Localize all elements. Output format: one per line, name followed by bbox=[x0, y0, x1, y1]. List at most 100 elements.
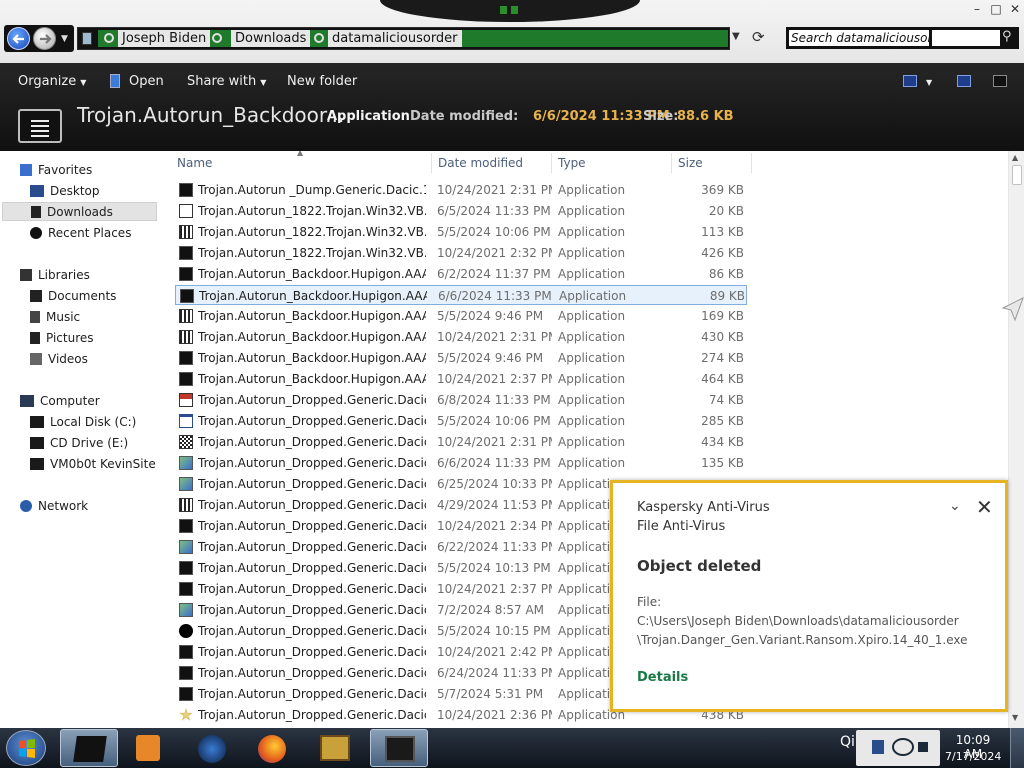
change-view-icon[interactable] bbox=[903, 75, 917, 87]
address-bar[interactable]: Joseph Biden Downloads datamaliciousorde… bbox=[77, 27, 730, 50]
taskbar-earth[interactable] bbox=[184, 729, 242, 767]
sidebar-item-network[interactable]: Network bbox=[20, 497, 88, 516]
search-icon[interactable]: ⚲ bbox=[1002, 29, 1012, 44]
application-icon bbox=[179, 519, 193, 533]
application-icon bbox=[179, 267, 193, 281]
date-modified-label: Date modified: bbox=[410, 109, 519, 124]
file-row[interactable]: Trojan.Autorun_Backdoor.Hupigon.AAA... 5/… bbox=[175, 306, 747, 326]
taskbar-firefox[interactable] bbox=[244, 729, 302, 767]
notification-file-name: \Trojan.Danger_Gen.Variant.Ransom.Xpiro.… bbox=[637, 633, 968, 647]
scroll-down-icon[interactable]: ▼ bbox=[1012, 713, 1018, 722]
maximize-button[interactable]: □ bbox=[988, 2, 1004, 16]
refresh-icon[interactable]: ⟳ bbox=[752, 28, 765, 46]
sidebar-item-label: Videos bbox=[48, 352, 88, 366]
file-row[interactable]: Trojan.Autorun_Backdoor.Hupigon.AAA... 6/… bbox=[175, 285, 747, 305]
view-dropdown-icon[interactable]: ▼ bbox=[926, 78, 932, 87]
application-icon bbox=[179, 435, 193, 449]
sidebar-item-cd-drive[interactable]: CD Drive (E:) bbox=[30, 434, 128, 453]
vertical-scrollbar[interactable]: ▲ ▼ bbox=[1008, 151, 1024, 728]
file-row[interactable]: Trojan.Autorun_Backdoor.Hupigon.AAA... 6/… bbox=[175, 264, 747, 284]
music-icon bbox=[30, 311, 40, 323]
file-size: 169 KB bbox=[701, 309, 744, 323]
file-row[interactable]: Trojan.Autorun_Backdoor.Hupigon.AAA... 10… bbox=[175, 369, 747, 389]
sidebar-item-vm-share[interactable]: VM0b0t KevinSite bbox=[30, 455, 156, 474]
file-row[interactable]: Trojan.Autorun_1822.Trojan.Win32.VB.kp..… bbox=[175, 222, 747, 242]
column-header-name[interactable]: Name bbox=[177, 156, 212, 170]
new-folder-button[interactable]: New folder bbox=[287, 74, 357, 89]
breadcrumb-separator-icon[interactable] bbox=[212, 33, 222, 43]
search-box[interactable]: Search datamaliciousorder ⚲ bbox=[786, 27, 1019, 49]
breadcrumb-downloads[interactable]: Downloads bbox=[231, 30, 311, 47]
network-status-icon[interactable] bbox=[892, 738, 914, 756]
file-row[interactable]: Trojan.Autorun _Dump.Generic.Dacic.19...… bbox=[175, 180, 747, 200]
close-button[interactable]: ✕ bbox=[1007, 2, 1023, 16]
application-icon bbox=[179, 666, 193, 680]
file-type: Application bbox=[558, 456, 626, 470]
sidebar-item-videos[interactable]: Videos bbox=[30, 350, 88, 369]
sidebar-item-favorites[interactable]: Favorites bbox=[20, 161, 92, 180]
preview-pane-icon[interactable] bbox=[957, 75, 971, 87]
start-button[interactable] bbox=[6, 730, 46, 766]
show-desktop-button[interactable] bbox=[1010, 728, 1024, 768]
column-header-size[interactable]: Size bbox=[678, 156, 703, 170]
scroll-up-icon[interactable]: ▲ bbox=[1012, 153, 1018, 162]
sidebar-item-label: Local Disk (C:) bbox=[50, 415, 137, 429]
scroll-thumb[interactable] bbox=[1012, 165, 1022, 185]
taskbar-media-player[interactable] bbox=[120, 729, 178, 767]
recent-pages-dropdown-icon[interactable]: ▼ bbox=[61, 34, 68, 44]
computer-icon bbox=[82, 32, 92, 45]
notification-details-link[interactable]: Details bbox=[637, 670, 688, 685]
organize-button[interactable]: Organize ▼ bbox=[18, 74, 86, 89]
file-row[interactable]: Trojan.Autorun_Backdoor.Hupigon.AAA... 5/… bbox=[175, 348, 747, 368]
sidebar-item-computer[interactable]: Computer bbox=[20, 392, 100, 411]
sidebar-item-desktop[interactable]: Desktop bbox=[30, 182, 100, 201]
breadcrumb-user[interactable]: Joseph Biden bbox=[118, 30, 211, 47]
application-icon bbox=[179, 561, 193, 575]
network-icon bbox=[20, 500, 32, 512]
sidebar-item-pictures[interactable]: Pictures bbox=[30, 329, 94, 348]
sidebar-item-documents[interactable]: Documents bbox=[30, 287, 116, 306]
search-input[interactable]: Search datamaliciousorder bbox=[789, 30, 929, 46]
sidebar-item-local-disk[interactable]: Local Disk (C:) bbox=[30, 413, 136, 432]
file-row[interactable]: Trojan.Autorun_Backdoor.Hupigon.AAA... 10… bbox=[175, 327, 747, 347]
open-button[interactable]: Open bbox=[129, 74, 164, 89]
share-with-button[interactable]: Share with ▼ bbox=[187, 74, 266, 89]
column-header-type[interactable]: Type bbox=[558, 156, 586, 170]
file-row[interactable]: Trojan.Autorun_Dropped.Generic.Dacic.1..… bbox=[175, 432, 747, 452]
file-row[interactable]: Trojan.Autorun_Dropped.Generic.Dacic.1..… bbox=[175, 390, 747, 410]
clock-date[interactable]: 7/17/2024 bbox=[945, 750, 1001, 763]
details-pane: Trojan.Autorun_Backdoor... Application D… bbox=[0, 101, 1024, 151]
sort-ascending-icon: ▲ bbox=[297, 151, 304, 157]
taskbar-sandboxie[interactable] bbox=[306, 729, 364, 767]
breadcrumb-separator-icon[interactable] bbox=[104, 33, 114, 43]
column-header-date[interactable]: Date modified bbox=[438, 156, 523, 170]
volume-icon[interactable] bbox=[918, 742, 928, 752]
sidebar-item-libraries[interactable]: Libraries bbox=[20, 266, 90, 285]
forward-button[interactable] bbox=[33, 27, 56, 50]
sidebar-item-music[interactable]: Music bbox=[30, 308, 80, 327]
sidebar-item-downloads[interactable]: Downloads bbox=[2, 202, 157, 221]
security-icon[interactable] bbox=[872, 740, 884, 754]
notification-close-button[interactable]: ✕ bbox=[976, 495, 993, 519]
file-row[interactable]: Trojan.Autorun_1822.Trojan.Win32.VB.kp..… bbox=[175, 201, 747, 221]
file-type: Application bbox=[558, 372, 626, 386]
back-button[interactable] bbox=[7, 27, 30, 50]
file-row[interactable]: Trojan.Autorun_Dropped.Generic.Dacic.0..… bbox=[175, 453, 747, 473]
led-icon bbox=[500, 6, 507, 14]
minimize-button[interactable]: – bbox=[969, 2, 985, 16]
help-icon[interactable] bbox=[993, 75, 1007, 87]
taskbar-explorer[interactable] bbox=[60, 729, 118, 767]
address-dropdown-icon[interactable]: ▼ bbox=[732, 31, 740, 42]
file-date: 10/24/2021 2:31 PM bbox=[437, 183, 552, 197]
file-row[interactable]: Trojan.Autorun_Dropped.Generic.Dacic.1..… bbox=[175, 411, 747, 431]
file-name: Trojan.Autorun_Dropped.Generic.Dacic.0..… bbox=[198, 603, 426, 617]
file-name: Trojan.Autorun_Dropped.Generic.Dacic.0..… bbox=[198, 540, 426, 554]
search-input-extension[interactable] bbox=[932, 30, 1000, 46]
file-type: Application bbox=[558, 393, 626, 407]
collapse-chevron-icon[interactable]: ⌄ bbox=[949, 498, 961, 514]
breadcrumb-folder[interactable]: datamaliciousorder bbox=[328, 30, 462, 47]
file-row[interactable]: Trojan.Autorun_1822.Trojan.Win32.VB.kp..… bbox=[175, 243, 747, 263]
breadcrumb-separator-icon[interactable] bbox=[314, 33, 324, 43]
sidebar-item-recent-places[interactable]: Recent Places bbox=[30, 224, 131, 243]
taskbar-monitor[interactable] bbox=[370, 729, 428, 767]
